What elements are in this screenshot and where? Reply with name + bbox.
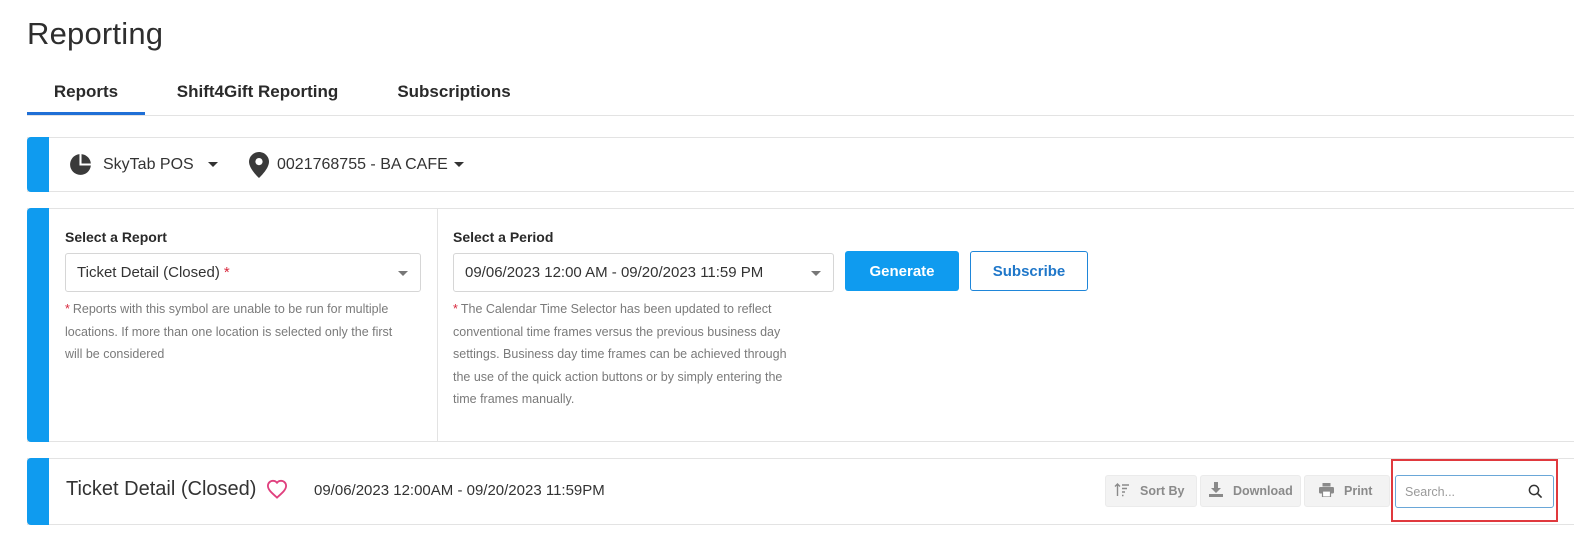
page-title: Reporting: [27, 16, 164, 51]
tab-reports[interactable]: Reports: [27, 70, 145, 115]
report-note-line: locations. If more than one location is …: [65, 324, 393, 339]
tab-bar: Reports Shift4Gift Reporting Subscriptio…: [27, 70, 1574, 116]
print-button[interactable]: Print: [1304, 475, 1390, 507]
sort-icon: [1114, 482, 1140, 501]
note-required-mark: *: [453, 302, 458, 316]
print-label: Print: [1344, 484, 1373, 498]
period-dropdown-value: 09/06/2023 12:00 AM - 09/20/2023 11:59 P…: [465, 264, 764, 281]
period-select-label: Select a Period: [453, 229, 554, 245]
period-note: * The Calendar Time Selector has been upd…: [453, 298, 813, 411]
period-note-line: The Calendar Time Selector has been upda…: [460, 302, 772, 316]
report-dropdown[interactable]: Ticket Detail (Closed) *: [65, 253, 421, 292]
pos-location-bar: SkyTab POS 0021768755 - BA CAFE: [27, 137, 1574, 192]
required-mark: *: [223, 264, 230, 281]
chevron-down-icon: [207, 162, 218, 167]
search-box: [1395, 475, 1554, 508]
panel-divider: [437, 209, 438, 441]
accent-stripe: [27, 458, 49, 525]
product-label: SkyTab POS: [103, 155, 194, 173]
accent-stripe: [27, 208, 49, 442]
location-label: 0021768755 - BA CAFE: [277, 155, 448, 173]
search-input[interactable]: [1396, 476, 1521, 507]
period-note-line: the use of the quick action buttons or b…: [453, 369, 783, 384]
map-pin-icon: [249, 151, 269, 178]
pie-chart-icon: [68, 152, 93, 177]
sort-by-label: Sort By: [1140, 484, 1185, 498]
download-icon: [1209, 482, 1233, 500]
report-note-line: will be considered: [65, 347, 165, 361]
period-note-line: conventional time frames versus the prev…: [453, 324, 781, 339]
tab-shift4gift-reporting[interactable]: Shift4Gift Reporting: [171, 70, 344, 114]
period-note-line: settings. Business day time frames can b…: [453, 347, 787, 361]
sort-by-button[interactable]: Sort By: [1105, 475, 1197, 507]
product-selector[interactable]: SkyTab POS: [68, 138, 218, 191]
search-icon[interactable]: [1528, 484, 1543, 504]
chevron-down-icon: [398, 271, 408, 276]
report-note: * Reports with this symbol are unable to …: [65, 298, 425, 366]
report-title: Ticket Detail (Closed): [66, 478, 257, 500]
download-label: Download: [1233, 484, 1293, 498]
location-selector[interactable]: 0021768755 - BA CAFE: [249, 138, 464, 191]
report-header: Ticket Detail (Closed) 09/06/2023 12:00A…: [27, 458, 1574, 525]
download-button[interactable]: Download: [1200, 475, 1301, 507]
printer-icon: [1319, 482, 1344, 500]
report-note-line: Reports with this symbol are unable to b…: [72, 302, 389, 316]
accent-stripe: [27, 137, 49, 192]
chevron-down-icon: [453, 162, 464, 167]
chevron-down-icon: [811, 271, 821, 276]
generate-button[interactable]: Generate: [845, 251, 959, 291]
report-selection-panel: Select a Report Ticket Detail (Closed) *…: [27, 208, 1574, 442]
subscribe-button[interactable]: Subscribe: [970, 251, 1088, 291]
tab-subscriptions[interactable]: Subscriptions: [395, 70, 513, 114]
note-required-mark: *: [65, 302, 70, 316]
report-select-label: Select a Report: [65, 229, 167, 245]
heart-icon[interactable]: [266, 479, 288, 504]
period-note-line: time frames manually.: [453, 392, 575, 406]
report-dropdown-value: Ticket Detail (Closed): [77, 264, 220, 281]
period-dropdown[interactable]: 09/06/2023 12:00 AM - 09/20/2023 11:59 P…: [453, 253, 834, 292]
report-date-range: 09/06/2023 12:00AM - 09/20/2023 11:59PM: [314, 482, 605, 499]
